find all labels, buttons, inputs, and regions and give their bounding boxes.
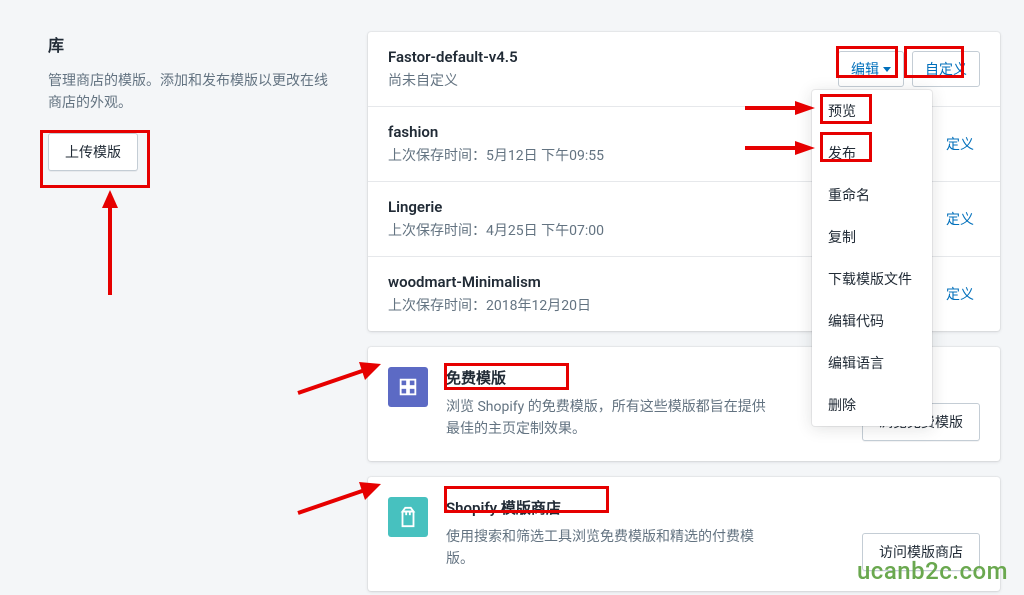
dropdown-delete[interactable]: 删除 <box>812 384 932 426</box>
theme-meta: 上次保存时间：5月12日 下午09:55 <box>388 145 604 165</box>
dropdown-download[interactable]: 下载模版文件 <box>812 258 932 300</box>
edit-button[interactable]: 编辑 <box>838 51 904 87</box>
library-description: 管理商店的模版。添加和发布模版以更改在线商店的外观。 <box>48 70 328 115</box>
theme-name: woodmart-Minimalism <box>388 273 591 291</box>
edit-dropdown: 预览 发布 重命名 复制 下载模版文件 编辑代码 编辑语言 删除 <box>812 90 932 426</box>
dropdown-edit-lang[interactable]: 编辑语言 <box>812 342 932 384</box>
free-themes-icon <box>388 367 428 407</box>
watermark: ucanb2c.com <box>857 557 1008 585</box>
dropdown-rename[interactable]: 重命名 <box>812 174 932 216</box>
theme-store-title: Shopify 模版商店 <box>446 497 844 518</box>
library-sidebar: 库 管理商店的模版。添加和发布模版以更改在线商店的外观。 上传模版 <box>48 32 328 591</box>
theme-meta: 尚未自定义 <box>388 70 518 90</box>
chevron-down-icon <box>883 67 891 72</box>
customize-button-partial[interactable]: 定义 <box>946 202 980 236</box>
free-themes-title: 免费模版 <box>446 367 844 388</box>
theme-name: fashion <box>388 123 604 141</box>
library-title: 库 <box>48 32 328 56</box>
dropdown-publish[interactable]: 发布 <box>812 132 932 174</box>
customize-button[interactable]: 自定义 <box>912 51 980 87</box>
theme-store-icon <box>388 497 428 537</box>
theme-store-desc: 使用搜索和筛选工具浏览免费模版和精选的付费模版。 <box>446 526 766 571</box>
theme-meta: 上次保存时间：2018年12月20日 <box>388 295 591 315</box>
customize-button-partial[interactable]: 定义 <box>946 127 980 161</box>
theme-name: Fastor-default-v4.5 <box>388 48 518 66</box>
dropdown-duplicate[interactable]: 复制 <box>812 216 932 258</box>
dropdown-preview[interactable]: 预览 <box>812 90 932 132</box>
free-themes-desc: 浏览 Shopify 的免费模版，所有这些模版都旨在提供最佳的主页定制效果。 <box>446 396 766 441</box>
theme-meta: 上次保存时间：4月25日 下午07:00 <box>388 220 604 240</box>
dropdown-edit-code[interactable]: 编辑代码 <box>812 300 932 342</box>
theme-name: Lingerie <box>388 198 604 216</box>
customize-button-partial[interactable]: 定义 <box>946 277 980 311</box>
upload-theme-button[interactable]: 上传模版 <box>48 133 138 171</box>
